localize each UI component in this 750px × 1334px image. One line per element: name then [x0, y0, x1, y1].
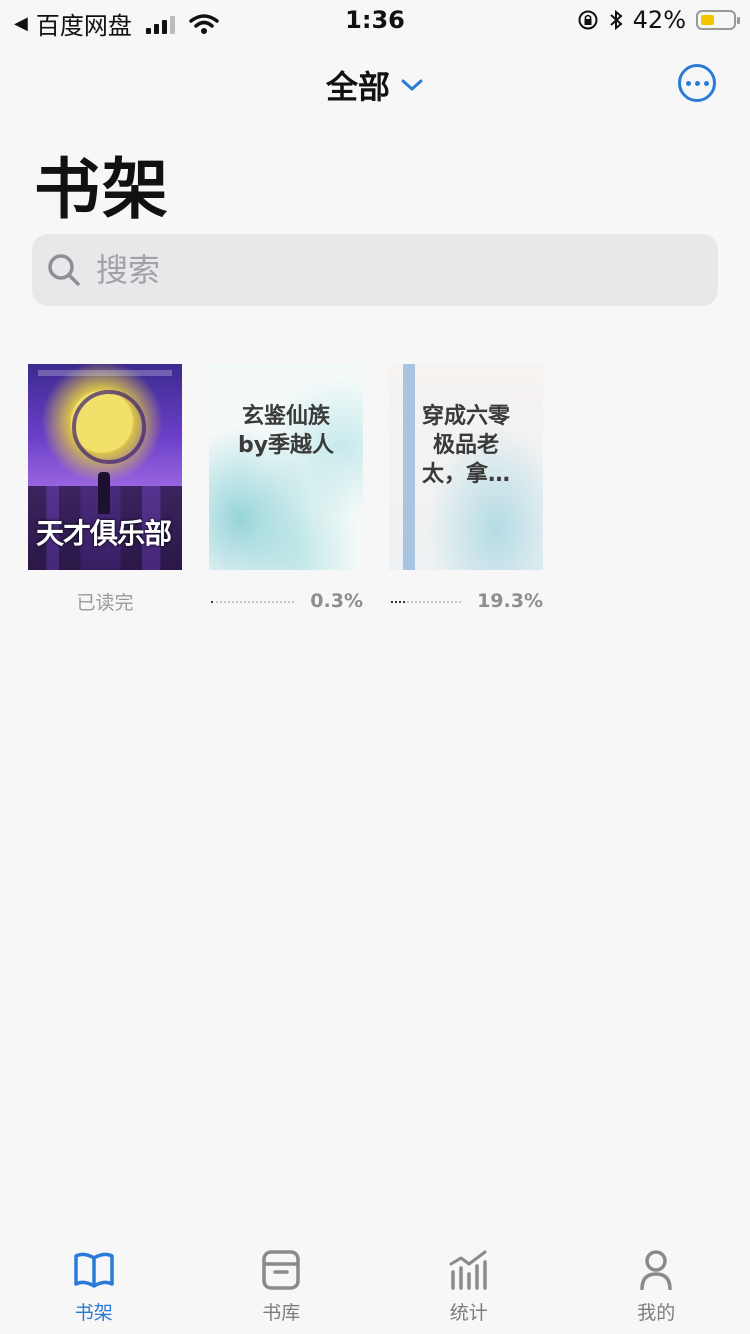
book-meta: 已读完 — [28, 588, 182, 614]
book-meta: 19.3% — [389, 588, 543, 614]
progress-fill — [211, 599, 213, 603]
page-title: 书架 — [34, 151, 170, 228]
tab-bar: 书架 书库 统计 我的 — [0, 1236, 750, 1334]
progress-percent: 0.3% — [310, 590, 363, 612]
tab-stats[interactable]: 统计 — [375, 1236, 563, 1334]
dot — [685, 80, 691, 86]
search-input[interactable] — [94, 250, 658, 290]
book-open-icon — [74, 1252, 114, 1288]
filter-dropdown[interactable]: 全部 — [0, 62, 750, 108]
battery-level — [701, 15, 714, 25]
cover-title-line: 太，拿… — [421, 462, 510, 487]
cover-strip — [38, 370, 172, 376]
nav-bar: 全部 — [0, 56, 750, 112]
cover-emblem — [72, 390, 146, 464]
person-icon — [640, 1250, 672, 1290]
cover-title-line: 玄鉴仙族 — [241, 404, 330, 429]
progress-fill — [391, 599, 405, 603]
dot — [703, 80, 709, 86]
book-cover[interactable]: 天才俱乐部 — [28, 364, 182, 570]
cover-figure — [98, 472, 110, 514]
cover-title-line: 极品老 — [432, 433, 499, 458]
filter-title: 全部 — [325, 68, 390, 106]
cover-title: 玄鉴仙族 by季越人 — [217, 402, 355, 460]
bar-chart-icon — [449, 1250, 487, 1290]
chevron-down-icon — [401, 79, 423, 91]
dot — [694, 80, 700, 86]
status-bar: ◀ 百度网盘 1:36 42% — [0, 0, 750, 40]
tab-label: 我的 — [637, 1302, 676, 1324]
book-item[interactable]: 穿成六零 极品老 太，拿… 19.3% — [389, 364, 543, 614]
book-cover[interactable]: 玄鉴仙族 by季越人 — [209, 364, 363, 570]
tab-label: 统计 — [449, 1302, 488, 1324]
tab-label: 书架 — [74, 1302, 113, 1324]
battery-icon — [696, 10, 740, 30]
orientation-lock-icon — [578, 10, 598, 30]
book-meta: 0.3% — [209, 588, 363, 614]
cover-title-line: 穿成六零 — [421, 404, 510, 429]
book-cover[interactable]: 穿成六零 极品老 太，拿… — [389, 364, 543, 570]
more-options-button[interactable] — [678, 64, 716, 102]
bluetooth-icon — [609, 9, 623, 31]
progress-track — [211, 599, 295, 603]
tab-label: 书库 — [262, 1302, 301, 1324]
tab-bookshelf[interactable]: 书架 — [0, 1236, 188, 1334]
tab-profile[interactable]: 我的 — [563, 1236, 750, 1334]
book-item[interactable]: 天才俱乐部 已读完 — [28, 364, 182, 614]
archive-box-icon — [262, 1250, 300, 1290]
search-icon — [48, 254, 80, 286]
battery-percent: 42% — [632, 6, 686, 34]
search-bar[interactable] — [32, 234, 718, 306]
tab-library[interactable]: 书库 — [188, 1236, 376, 1334]
cover-title: 穿成六零 极品老 太，拿… — [397, 402, 535, 489]
read-status: 已读完 — [76, 591, 134, 614]
cover-title-line: by季越人 — [237, 433, 335, 458]
status-right: 42% — [577, 6, 740, 34]
progress-track — [391, 599, 462, 603]
cover-logo: 天才俱乐部 — [36, 517, 172, 550]
progress-percent: 19.3% — [477, 590, 543, 612]
book-item[interactable]: 玄鉴仙族 by季越人 0.3% — [209, 364, 363, 614]
